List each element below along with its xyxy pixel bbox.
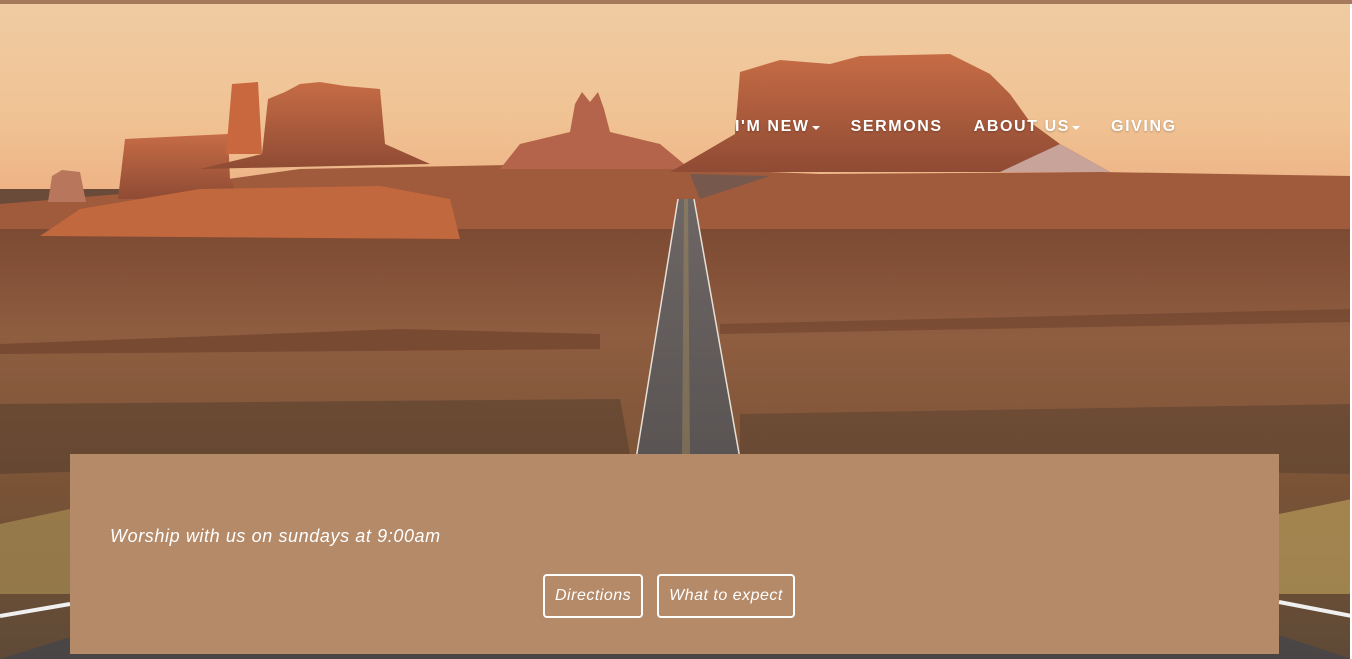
nav-item-giving[interactable]: GIVING [1111,118,1177,136]
nav-item-label: GIVING [1111,118,1177,135]
what-to-expect-button[interactable]: What to expect [657,574,795,618]
caret-down-icon [811,126,820,130]
top-accent-bar [0,0,1352,4]
directions-button[interactable]: Directions [543,574,644,618]
nav-item-about-us[interactable]: ABOUT US [973,118,1081,136]
nav-item-label: I'M NEW [735,118,810,135]
main-navigation: I'M NEW SERMONS ABOUT US GIVING [735,118,1177,136]
nav-item-label: SERMONS [850,118,943,135]
worship-time-text: Worship with us on sundays at 9:00am [110,526,441,546]
cta-button-row: Directions What to expect [543,574,795,618]
nav-item-im-new[interactable]: I'M NEW [735,118,820,136]
caret-down-icon [1072,126,1081,130]
page: I'M NEW SERMONS ABOUT US GIVING Worship … [0,0,1352,659]
nav-item-sermons[interactable]: SERMONS [851,118,943,136]
nav-item-label: ABOUT US [973,118,1071,135]
service-info-panel: Worship with us on sundays at 9:00am Dir… [70,454,1279,654]
